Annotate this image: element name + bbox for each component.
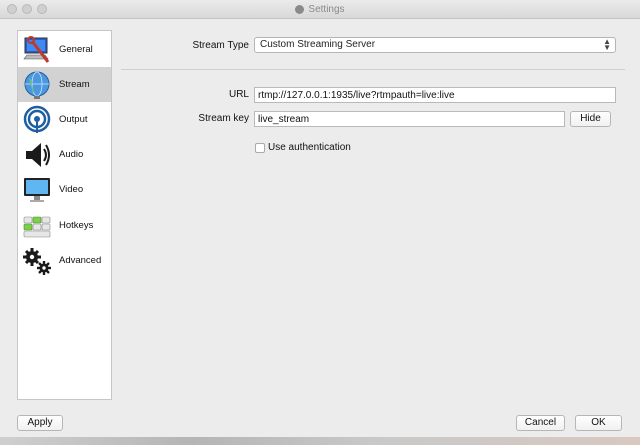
sidebar-item-label: Output <box>59 114 88 125</box>
sidebar-item-audio[interactable]: Audio <box>18 137 111 172</box>
sidebar-item-label: Hotkeys <box>59 220 94 231</box>
gears-icon <box>20 244 54 278</box>
keyboard-icon <box>20 209 54 243</box>
title-bar[interactable]: Settings <box>0 0 640 19</box>
app-logo-icon <box>295 4 305 14</box>
cancel-button[interactable]: Cancel <box>516 415 565 431</box>
hide-key-button[interactable]: Hide <box>570 111 611 127</box>
sidebar-item-label: Advanced <box>59 255 102 266</box>
stream-type-value: Custom Streaming Server <box>260 39 376 50</box>
sidebar-item-label: Video <box>59 184 84 195</box>
sidebar-item-label: Audio <box>59 149 84 160</box>
sidebar-item-output[interactable]: Output <box>18 102 111 137</box>
use-authentication-label: Use authentication <box>268 142 351 153</box>
monitor-icon <box>20 173 54 207</box>
window-title-group: Settings <box>0 0 640 18</box>
desktop-background-strip <box>0 437 640 445</box>
sidebar-item-label: Stream <box>59 79 90 90</box>
stream-key-input[interactable] <box>254 111 565 127</box>
sidebar-item-general[interactable]: General <box>18 32 111 67</box>
globe-icon <box>20 68 54 102</box>
stream-key-label: Stream key <box>198 113 249 124</box>
apply-button[interactable]: Apply <box>17 415 63 431</box>
up-down-arrows-icon: ▲ ▼ <box>603 37 611 52</box>
speaker-icon <box>20 138 54 172</box>
ok-button[interactable]: OK <box>575 415 622 431</box>
window-title: Settings <box>308 3 345 15</box>
section-divider <box>121 69 625 70</box>
use-authentication-checkbox[interactable] <box>255 143 265 153</box>
broadcast-icon <box>20 103 54 137</box>
computer-wrench-icon <box>20 33 54 67</box>
url-label: URL <box>228 89 249 100</box>
stream-type-label: Stream Type <box>192 40 249 51</box>
stream-type-select[interactable]: Custom Streaming Server ▲ ▼ <box>254 37 616 53</box>
sidebar-item-stream[interactable]: Stream <box>18 67 111 102</box>
sidebar-item-video[interactable]: Video <box>18 172 111 207</box>
sidebar-item-hotkeys[interactable]: Hotkeys <box>18 208 111 243</box>
settings-window: Settings General Stream Output Audio Vid… <box>0 0 640 445</box>
url-input[interactable] <box>254 87 616 103</box>
settings-sidebar: General Stream Output Audio Video Hotkey… <box>17 30 112 400</box>
sidebar-item-label: General <box>59 44 93 55</box>
sidebar-item-advanced[interactable]: Advanced <box>18 243 111 278</box>
